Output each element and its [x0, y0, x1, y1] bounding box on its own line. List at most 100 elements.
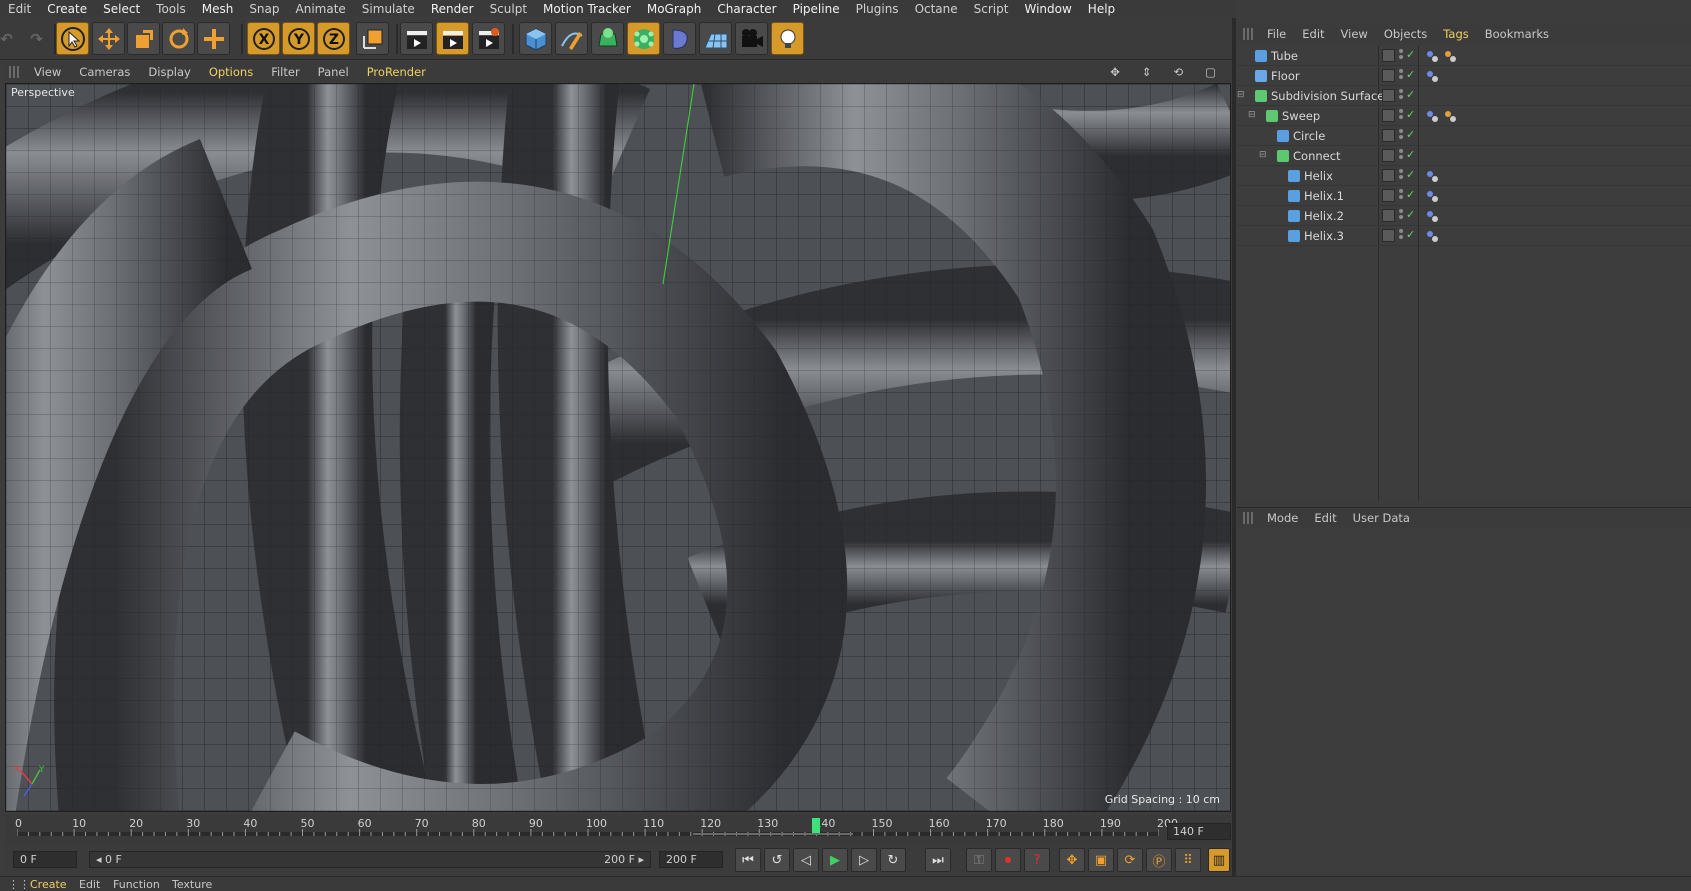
maximize-icon[interactable]: ▢ — [1196, 65, 1225, 79]
move-tool-button[interactable] — [92, 22, 125, 55]
panel-divider[interactable] — [1232, 18, 1236, 876]
menu-render[interactable]: Render — [423, 2, 482, 16]
visibility-dots-icon[interactable] — [1399, 49, 1403, 63]
object-tag-icon[interactable] — [1425, 209, 1439, 223]
menu-octane[interactable]: Octane — [907, 2, 966, 16]
attr-menu-edit[interactable]: Edit — [1306, 511, 1344, 525]
axis-x-button[interactable]: X — [247, 22, 280, 55]
om-menu-tags[interactable]: Tags — [1435, 27, 1476, 41]
layer-swatch[interactable] — [1382, 69, 1395, 82]
grip-icon[interactable]: ⋮⋮ — [8, 878, 30, 891]
keyframe-selection-button[interactable]: ? — [1024, 848, 1050, 872]
layer-swatch[interactable] — [1382, 209, 1395, 222]
material-menu-create[interactable]: Create — [30, 878, 67, 891]
current-frame-field[interactable]: 140 F — [1167, 823, 1231, 840]
layer-swatch[interactable] — [1382, 129, 1395, 142]
expand-toggle-icon[interactable]: ⊟ — [1237, 90, 1245, 100]
object-name[interactable]: Helix.1 — [1304, 189, 1344, 203]
add-camera-button[interactable] — [735, 22, 768, 55]
render-to-picture-viewer-button[interactable] — [436, 22, 469, 55]
layer-swatch[interactable] — [1382, 149, 1395, 162]
add-spline-pen-button[interactable] — [555, 22, 588, 55]
autokey-button[interactable]: ⏺ — [995, 848, 1021, 872]
layer-swatch[interactable] — [1382, 49, 1395, 62]
expand-toggle-icon[interactable]: ⊟ — [1259, 150, 1267, 160]
transform-tool-button[interactable] — [197, 22, 230, 55]
menu-help[interactable]: Help — [1080, 2, 1123, 16]
object-row[interactable]: Helix.3 ✓ — [1237, 226, 1691, 246]
enabled-check-icon[interactable]: ✓ — [1406, 188, 1415, 201]
object-row[interactable]: Tube ✓ — [1237, 46, 1691, 66]
menu-sculpt[interactable]: Sculpt — [482, 2, 535, 16]
add-floor-button[interactable] — [699, 22, 732, 55]
menu-select[interactable]: Select — [95, 2, 148, 16]
enabled-check-icon[interactable]: ✓ — [1406, 108, 1415, 121]
material-menu-function[interactable]: Function — [113, 878, 160, 891]
visibility-dots-icon[interactable] — [1399, 149, 1403, 163]
om-menu-view[interactable]: View — [1333, 27, 1376, 41]
material-menu-edit[interactable]: Edit — [79, 878, 100, 891]
record-active-button[interactable]: ⚿ — [966, 848, 992, 872]
menu-snap[interactable]: Snap — [241, 2, 287, 16]
rotate-tool-button[interactable] — [162, 22, 195, 55]
add-deformer-button[interactable] — [663, 22, 696, 55]
coordinate-system-button[interactable] — [356, 22, 389, 55]
viewport-menu-prorender[interactable]: ProRender — [358, 65, 435, 79]
visibility-dots-icon[interactable] — [1399, 229, 1403, 243]
playhead[interactable] — [812, 818, 821, 833]
add-generator-button[interactable] — [591, 22, 624, 55]
visibility-dots-icon[interactable] — [1399, 69, 1403, 83]
object-tag-icon[interactable] — [1443, 49, 1457, 63]
menu-create[interactable]: Create — [39, 2, 95, 16]
key-parameter-button[interactable]: Ⓟ — [1146, 848, 1172, 872]
om-menu-file[interactable]: File — [1259, 27, 1294, 41]
previous-key-button[interactable]: ↺ — [764, 848, 790, 872]
frame-range-slider[interactable]: ◂ 0 F 200 F ▸ — [89, 851, 651, 868]
add-cube-button[interactable] — [519, 22, 552, 55]
redo-button[interactable]: ↷ — [20, 22, 53, 55]
menu-mesh[interactable]: Mesh — [194, 2, 242, 16]
menu-motion-tracker[interactable]: Motion Tracker — [535, 2, 639, 16]
grip-icon[interactable] — [1243, 28, 1253, 40]
next-frame-button[interactable]: ▷ — [851, 848, 877, 872]
render-settings-button[interactable] — [472, 22, 505, 55]
axis-y-button[interactable]: Y — [282, 22, 315, 55]
go-to-start-button[interactable]: ⏮ — [735, 848, 761, 872]
key-pla-button[interactable]: ⠿ — [1175, 848, 1201, 872]
enabled-check-icon[interactable]: ✓ — [1406, 168, 1415, 181]
next-key-button[interactable]: ↻ — [880, 848, 906, 872]
object-tag-icon[interactable] — [1425, 169, 1439, 183]
object-name[interactable]: Sweep — [1282, 109, 1320, 123]
visibility-dots-icon[interactable] — [1399, 189, 1403, 203]
play-button[interactable]: ▶ — [822, 848, 848, 872]
menu-mograph[interactable]: MoGraph — [639, 2, 710, 16]
enabled-check-icon[interactable]: ✓ — [1406, 148, 1415, 161]
key-rotation-button[interactable]: ⟳ — [1117, 848, 1143, 872]
object-name[interactable]: Helix.2 — [1304, 209, 1344, 223]
perspective-viewport[interactable]: X Y Perspective Grid Spacing : 10 cm — [5, 83, 1231, 812]
menu-window[interactable]: Window — [1016, 2, 1079, 16]
object-name[interactable]: Circle — [1293, 129, 1325, 143]
visibility-dots-icon[interactable] — [1399, 129, 1403, 143]
material-menu-texture[interactable]: Texture — [172, 878, 212, 891]
object-tag-icon[interactable] — [1443, 109, 1457, 123]
object-tag-icon[interactable] — [1425, 69, 1439, 83]
menu-edit[interactable]: Edit — [0, 2, 39, 16]
start-frame-field[interactable]: 0 F — [13, 851, 77, 868]
axis-z-button[interactable]: Z — [317, 22, 350, 55]
menu-pipeline[interactable]: Pipeline — [785, 2, 848, 16]
object-name[interactable]: Helix.3 — [1304, 229, 1344, 243]
object-tag-icon[interactable] — [1425, 109, 1439, 123]
viewport-menu-view[interactable]: View — [25, 65, 70, 79]
object-row[interactable]: Floor ✓ — [1237, 66, 1691, 86]
visibility-dots-icon[interactable] — [1399, 109, 1403, 123]
layer-swatch[interactable] — [1382, 169, 1395, 182]
enabled-check-icon[interactable]: ✓ — [1406, 228, 1415, 241]
render-view-button[interactable] — [400, 22, 433, 55]
menu-plugins[interactable]: Plugins — [848, 2, 907, 16]
object-name[interactable]: Connect — [1293, 149, 1341, 163]
object-row[interactable]: Circle ✓ — [1237, 126, 1691, 146]
object-name[interactable]: Floor — [1271, 69, 1300, 83]
go-to-end-button[interactable]: ⏭ — [925, 848, 951, 872]
attr-menu-user-data[interactable]: User Data — [1345, 511, 1418, 525]
